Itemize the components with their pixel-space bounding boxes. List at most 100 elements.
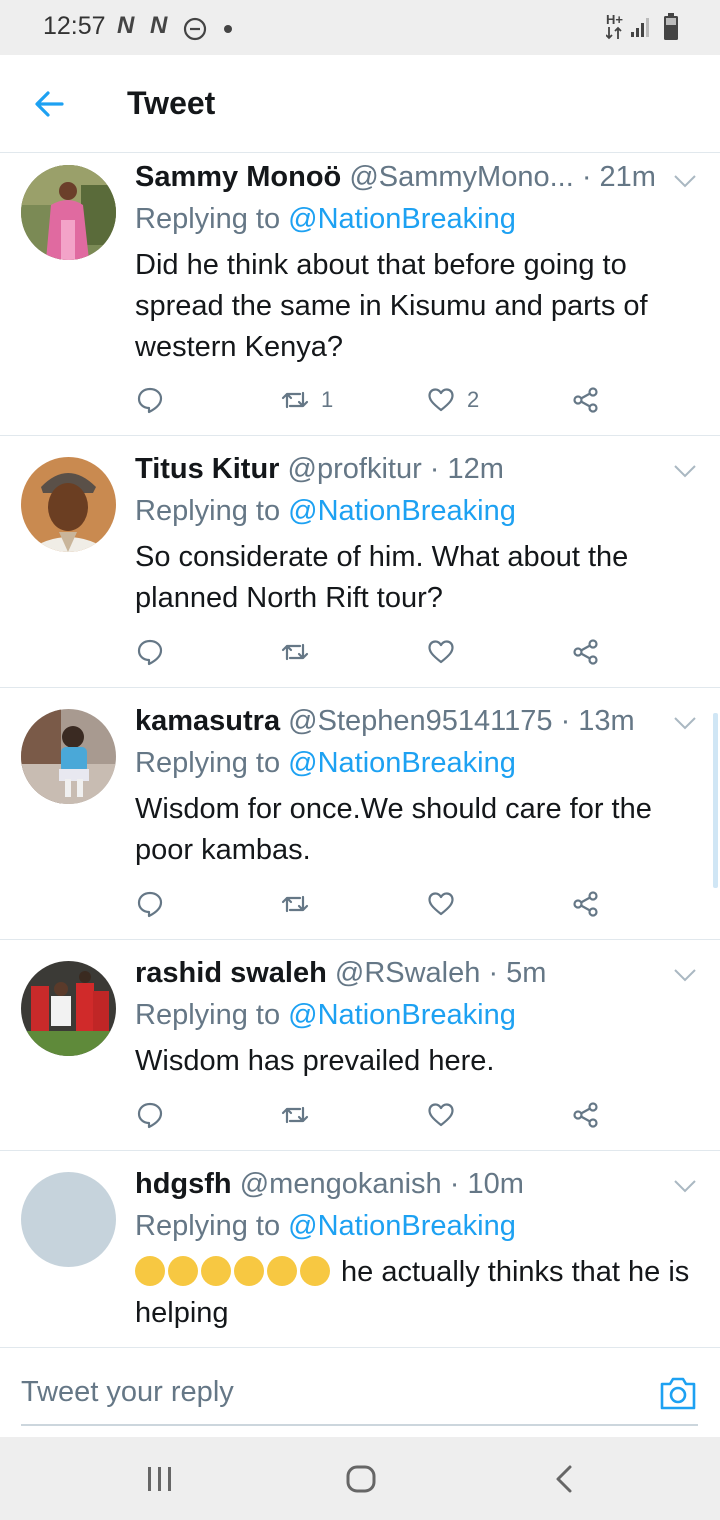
- display-name[interactable]: Sammy Monoö: [135, 161, 341, 193]
- reply-button[interactable]: [136, 1100, 164, 1130]
- avatar[interactable]: [21, 961, 116, 1056]
- reply-button[interactable]: [136, 385, 164, 415]
- replying-to-label: Replying to: [135, 999, 289, 1031]
- dot-icon: [224, 25, 232, 33]
- share-button[interactable]: [572, 385, 600, 415]
- avatar[interactable]: [21, 1172, 116, 1267]
- top-app-bar: Tweet: [0, 55, 720, 153]
- reply-button[interactable]: [136, 889, 164, 919]
- comment-icon: [137, 1102, 163, 1129]
- retweet-icon: [281, 1106, 309, 1124]
- network-type-label: H+: [606, 12, 623, 27]
- retweet-icon: [281, 895, 309, 913]
- chevron-down-icon[interactable]: [673, 463, 697, 479]
- mention-link[interactable]: @NationBreaking: [288, 495, 516, 527]
- heart-icon: [428, 640, 454, 664]
- replying-to-line: Replying to @NationBreaking: [135, 747, 516, 780]
- handle: @profkitur: [287, 453, 422, 485]
- retweet-count: 1: [321, 387, 334, 412]
- avatar[interactable]: [21, 165, 116, 260]
- chevron-down-icon[interactable]: [673, 715, 697, 731]
- avatar[interactable]: [21, 709, 116, 804]
- home-icon[interactable]: [345, 1464, 377, 1494]
- comment-icon: [137, 639, 163, 666]
- handle: @Stephen95141175: [288, 705, 553, 737]
- retweet-button[interactable]: [281, 637, 321, 667]
- system-nav-bar: [0, 1437, 720, 1520]
- reply-button[interactable]: [136, 637, 164, 667]
- share-icon: [573, 1102, 598, 1128]
- replying-to-label: Replying to: [135, 203, 289, 235]
- grinning-emoji-icon: [300, 1256, 330, 1286]
- notification-n-icon: N: [117, 12, 135, 39]
- grinning-emoji-icon: [234, 1256, 264, 1286]
- share-button[interactable]: [572, 1100, 600, 1130]
- share-button[interactable]: [572, 637, 600, 667]
- replying-to-label: Replying to: [135, 1210, 289, 1242]
- mention-link[interactable]: @NationBreaking: [288, 203, 516, 235]
- notification-n-icon-2: N: [150, 12, 168, 39]
- tweet-header: kamasutra @Stephen95141175 · 13m: [135, 705, 635, 738]
- replying-to-line: Replying to @NationBreaking: [135, 203, 516, 236]
- grinning-emoji-icon: [267, 1256, 297, 1286]
- tweet-header: Sammy Monoö @SammyMono... · 21m: [135, 161, 656, 194]
- replying-to-line: Replying to @NationBreaking: [135, 495, 516, 528]
- share-icon: [573, 639, 598, 665]
- chevron-down-icon[interactable]: [673, 967, 697, 983]
- retweet-button[interactable]: [281, 889, 321, 919]
- camera-icon[interactable]: [659, 1375, 697, 1411]
- heart-icon: [428, 388, 454, 412]
- timestamp: · 10m: [449, 1168, 524, 1200]
- timestamp: · 12m: [429, 453, 504, 485]
- arrow-left-icon[interactable]: [33, 88, 65, 120]
- tweet-text: So considerate of him. What about the pl…: [135, 541, 629, 614]
- scrollbar[interactable]: [713, 713, 718, 888]
- handle: @RSwaleh: [334, 957, 481, 989]
- status-time: 12:57: [43, 12, 106, 40]
- reply-input[interactable]: Tweet your reply: [21, 1376, 234, 1409]
- timestamp: · 13m: [560, 705, 635, 737]
- avatar[interactable]: [21, 457, 116, 552]
- replying-to-line: Replying to @NationBreaking: [135, 999, 516, 1032]
- like-button[interactable]: [427, 889, 467, 919]
- comment-icon: [137, 387, 163, 414]
- tweet-text: Wisdom for once.We should care for the p…: [135, 793, 652, 866]
- tweet-reply-item[interactable]: hdgsfh @mengokanish · 10m Replying to @N…: [0, 1151, 720, 1347]
- replying-to-line: Replying to @NationBreaking: [135, 1210, 516, 1243]
- display-name[interactable]: Titus Kitur: [135, 453, 279, 485]
- chevron-down-icon[interactable]: [673, 1178, 697, 1194]
- back-chevron-icon[interactable]: [553, 1464, 575, 1494]
- chevron-down-icon[interactable]: [673, 173, 697, 189]
- share-button[interactable]: [572, 889, 600, 919]
- tweet-header: hdgsfh @mengokanish · 10m: [135, 1168, 524, 1201]
- tweet-reply-item[interactable]: Sammy Monoö @SammyMono... · 21m Replying…: [0, 153, 720, 436]
- timestamp: · 5m: [488, 957, 547, 989]
- mention-link[interactable]: @NationBreaking: [288, 1210, 516, 1242]
- comment-icon: [137, 891, 163, 918]
- retweet-icon: [281, 391, 309, 409]
- replying-to-label: Replying to: [135, 495, 289, 527]
- recent-apps-icon[interactable]: [145, 1465, 175, 1493]
- display-name[interactable]: kamasutra: [135, 705, 280, 737]
- tweet-reply-item[interactable]: rashid swaleh @RSwaleh · 5m Replying to …: [0, 940, 720, 1151]
- tweet-reply-item[interactable]: kamasutra @Stephen95141175 · 13m Replyin…: [0, 688, 720, 940]
- handle: @mengokanish: [239, 1168, 442, 1200]
- like-button[interactable]: [427, 1100, 467, 1130]
- status-bar: 12:57 N N H+: [0, 0, 720, 55]
- mention-link[interactable]: @NationBreaking: [288, 999, 516, 1031]
- retweet-button[interactable]: 1: [281, 385, 333, 415]
- mention-link[interactable]: @NationBreaking: [288, 747, 516, 779]
- laughing-emoji-icon: [135, 1256, 165, 1286]
- display-name[interactable]: hdgsfh: [135, 1168, 232, 1200]
- like-button[interactable]: [427, 637, 467, 667]
- heart-icon: [428, 892, 454, 916]
- like-button[interactable]: 2: [427, 385, 479, 415]
- like-count: 2: [467, 387, 480, 412]
- laughing-emoji-icon: [168, 1256, 198, 1286]
- replying-to-label: Replying to: [135, 747, 289, 779]
- retweet-button[interactable]: [281, 1100, 321, 1130]
- tweet-reply-item[interactable]: Titus Kitur @profkitur · 12m Replying to…: [0, 436, 720, 688]
- display-name[interactable]: rashid swaleh: [135, 957, 327, 989]
- tweet-text: Did he think about that before going to …: [135, 249, 648, 363]
- laughing-emoji-icon: [201, 1256, 231, 1286]
